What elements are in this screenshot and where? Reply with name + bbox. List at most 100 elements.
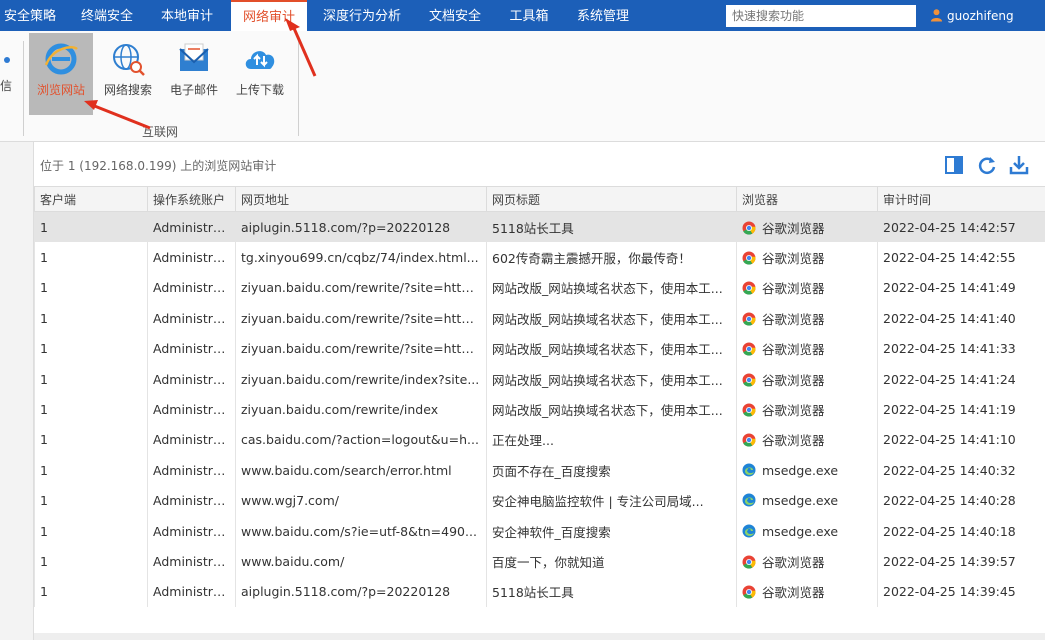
tab-security-policy[interactable]: 安全策略 (0, 0, 60, 31)
left-panel (0, 142, 34, 640)
account-cell: Administra... (147, 546, 236, 577)
column-header[interactable]: 客户端 (34, 186, 148, 212)
time-cell: 2022-04-25 14:39:57 (877, 546, 1045, 577)
client-cell: 1 (34, 424, 148, 456)
tab-toolbox[interactable]: 工具箱 (500, 0, 558, 31)
browser-name: 谷歌浏览器 (762, 372, 825, 388)
search-input[interactable] (726, 5, 916, 27)
table-row[interactable]: 1 Administra... www.baidu.com/s?ie=utf-8&t… (34, 515, 1045, 547)
time-cell: 2022-04-25 14:41:40 (877, 303, 1045, 334)
url-cell: ziyuan.baidu.com/rewrite/index?site... (235, 363, 487, 395)
chrome-icon (742, 555, 756, 569)
account-cell: Administra... (147, 424, 236, 456)
browser-name: 谷歌浏览器 (762, 342, 825, 358)
column-header[interactable]: 审计时间 (877, 186, 1045, 212)
account-cell: Administra... (147, 272, 236, 304)
export-download-icon[interactable] (1008, 154, 1030, 176)
browser-name: msedge.exe (762, 523, 839, 539)
browser-cell: 谷歌浏览器 (736, 363, 878, 395)
client-cell: 1 (34, 394, 148, 425)
edge-icon (742, 463, 756, 477)
ribbon-divider-2 (298, 41, 299, 136)
account-cell: Administra... (147, 303, 236, 334)
column-header[interactable]: 网页标题 (486, 186, 737, 212)
column-settings-icon[interactable] (943, 154, 965, 176)
chrome-icon (742, 403, 756, 417)
table-row[interactable]: 1 Administra... tg.xinyou699.cn/cqbz/74/in… (34, 242, 1045, 273)
time-cell: 2022-04-25 14:41:24 (877, 363, 1045, 395)
title-cell: 网站改版_网站换域名状态下，使用本工... (486, 333, 737, 364)
user-menu[interactable]: guozhifeng (930, 0, 1014, 31)
title-cell: 网站改版_网站换域名状态下，使用本工... (486, 394, 737, 425)
refresh-icon[interactable] (976, 154, 998, 176)
client-cell: 1 (34, 363, 148, 395)
edge-icon (742, 524, 756, 538)
tab-system-management[interactable]: 系统管理 (568, 0, 638, 31)
table-row[interactable]: 1 Administra... www.baidu.com/百度一下，你就知道 谷歌浏… (34, 546, 1045, 577)
client-cell: 1 (34, 333, 148, 364)
client-cell: 1 (34, 455, 148, 486)
time-cell: 2022-04-25 14:42:55 (877, 242, 1045, 273)
tab-behavior-analysis[interactable]: 深度行为分析 (314, 0, 410, 31)
table-row[interactable]: 1 Administra... ziyuan.baidu.com/rewrite/?… (34, 272, 1045, 304)
table-row[interactable]: 1 Administra... ziyuan.baidu.com/rewrite/i… (34, 394, 1045, 425)
client-cell: 1 (34, 242, 148, 273)
tab-network-audit[interactable]: 网络审计 (231, 0, 307, 31)
top-nav-bar: 安全策略 终端安全 本地审计 网络审计 深度行为分析 文档安全 工具箱 系统管理… (0, 0, 1045, 31)
column-header[interactable]: 浏览器 (736, 186, 878, 212)
email-label: 电子邮件 (169, 83, 218, 97)
title-cell: 5118站长工具 (486, 576, 737, 608)
client-cell: 1 (34, 546, 148, 577)
table-row[interactable]: 1 Administra... cas.baidu.com/?action=logo… (34, 424, 1045, 456)
table-row[interactable]: 1 Administra... www.baidu.com/search/error… (34, 455, 1045, 486)
globe-search-icon (113, 44, 145, 76)
url-cell: tg.xinyou699.cn/cqbz/74/index.html... (235, 242, 487, 273)
browser-name: 谷歌浏览器 (762, 311, 825, 327)
time-cell: 2022-04-25 14:41:49 (877, 272, 1045, 304)
browser-cell: 谷歌浏览器 (736, 546, 878, 577)
time-cell: 2022-04-25 14:40:28 (877, 485, 1045, 516)
table-row[interactable]: 1 Administra... aiplugin.5118.com/?p=20220… (34, 576, 1045, 608)
account-cell: Administra... (147, 242, 236, 273)
table-row[interactable]: 1 Administra... ziyuan.baidu.com/rewrite/?… (34, 333, 1045, 364)
table-row[interactable]: 1 Administra... ziyuan.baidu.com/rewrite/?… (34, 303, 1045, 334)
browser-cell: 谷歌浏览器 (736, 242, 878, 273)
tab-local-audit[interactable]: 本地审计 (152, 0, 222, 31)
table-row[interactable]: 1 Administra... www.wgj7.com/安企神电脑监控软件 | 专… (34, 485, 1045, 516)
url-cell: ziyuan.baidu.com/rewrite/index (235, 394, 487, 425)
account-cell: Administra... (147, 485, 236, 516)
url-cell: ziyuan.baidu.com/rewrite/?site=http... (235, 303, 487, 334)
title-cell: 5118站长工具 (486, 211, 737, 243)
tab-endpoint-security[interactable]: 终端安全 (72, 0, 142, 31)
browse-websites-button[interactable]: 浏览网站 (29, 33, 93, 115)
chrome-icon (742, 433, 756, 447)
browser-cell: 谷歌浏览器 (736, 424, 878, 456)
table-row[interactable]: 1 Administra... ziyuan.baidu.com/rewrite/i… (34, 363, 1045, 395)
cloud-upload-download-icon (245, 51, 275, 69)
browser-cell: msedge.exe (736, 515, 878, 547)
ie-icon (44, 43, 78, 75)
column-header[interactable]: 网页地址 (235, 186, 487, 212)
chrome-icon (742, 221, 756, 235)
account-cell: Administra... (147, 363, 236, 395)
browser-cell: 谷歌浏览器 (736, 211, 878, 243)
column-header[interactable]: 操作系统账户 (147, 186, 236, 212)
browser-name: 谷歌浏览器 (762, 554, 825, 570)
client-cell: 1 (34, 515, 148, 547)
time-cell: 2022-04-25 14:42:57 (877, 211, 1045, 243)
table-header-row: 客户端 操作系统账户 网页地址 网页标题 浏览器 审计时间 (34, 186, 1045, 212)
ribbon-divider (23, 41, 24, 136)
web-search-button[interactable]: 网络搜索 (96, 33, 160, 115)
horizontal-scrollbar[interactable] (34, 633, 1045, 640)
email-button[interactable]: 电子邮件 (162, 33, 226, 115)
upload-download-button[interactable]: 上传下载 (228, 33, 292, 115)
time-cell: 2022-04-25 14:41:10 (877, 424, 1045, 456)
user-icon (930, 9, 943, 22)
time-cell: 2022-04-25 14:40:18 (877, 515, 1045, 547)
client-cell: 1 (34, 485, 148, 516)
url-cell: ziyuan.baidu.com/rewrite/?site=http... (235, 272, 487, 304)
tab-document-security[interactable]: 文档安全 (420, 0, 490, 31)
table-row[interactable]: 1 Administra... aiplugin.5118.com/?p=20220… (34, 211, 1045, 243)
url-cell: www.baidu.com/search/error.html (235, 455, 487, 486)
browser-cell: msedge.exe (736, 455, 878, 486)
